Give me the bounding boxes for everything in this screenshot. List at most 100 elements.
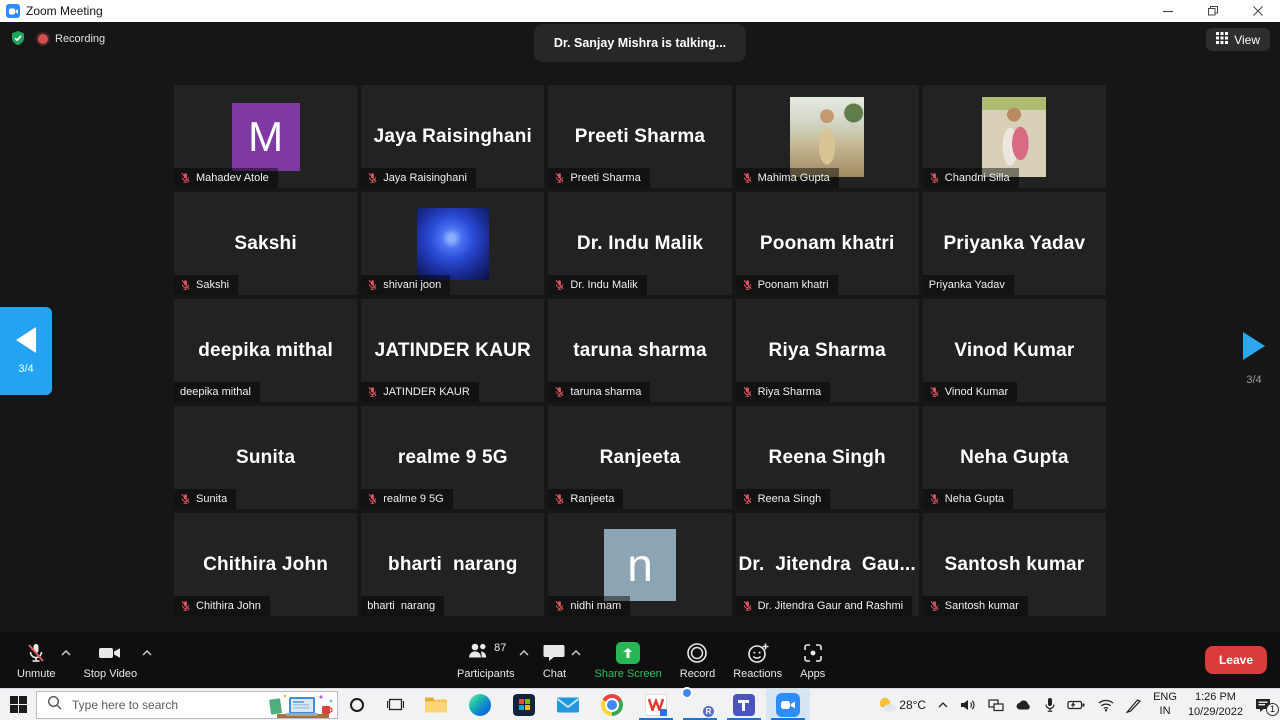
participant-name-label: Sunita: [174, 489, 236, 509]
microphone-tray-icon[interactable]: [1044, 697, 1056, 713]
participant-tile[interactable]: Preeti SharmaPreeti Sharma: [548, 85, 731, 188]
participant-tile[interactable]: Chithira JohnChithira John: [174, 513, 357, 616]
connect-display-icon[interactable]: [988, 698, 1004, 712]
participant-tile[interactable]: Chandni Silla: [923, 85, 1106, 188]
participant-name-label: bharti narang: [361, 596, 444, 616]
view-button[interactable]: View: [1206, 28, 1270, 51]
participant-tile[interactable]: taruna sharmataruna sharma: [548, 299, 731, 402]
participants-button[interactable]: 87 Participants: [448, 632, 523, 688]
participant-tile[interactable]: shivani joon: [361, 192, 544, 295]
participants-options-chevron[interactable]: [517, 625, 531, 681]
teams-icon[interactable]: [722, 689, 766, 720]
onedrive-cloud-icon[interactable]: [1015, 698, 1033, 711]
wps-office-icon[interactable]: [634, 689, 678, 720]
weather-widget[interactable]: 28°C: [877, 696, 926, 713]
file-explorer-icon[interactable]: [414, 689, 458, 720]
participant-name-label: realme 9 5G: [361, 489, 453, 509]
gallery-grid: MMahadev AtoleJaya RaisinghaniJaya Raisi…: [174, 85, 1106, 616]
participant-tile[interactable]: nnidhi mam: [548, 513, 731, 616]
window-titlebar: Zoom Meeting: [0, 0, 1280, 22]
muted-mic-icon: [180, 279, 191, 291]
restore-button[interactable]: [1190, 0, 1235, 22]
participant-display-name: deepika mithal: [194, 340, 337, 362]
active-speaker-toast: Dr. Sanjay Mishra is talking...: [534, 24, 746, 62]
participant-name-label: Chithira John: [174, 596, 270, 616]
language-indicator[interactable]: ENG IN: [1153, 691, 1177, 719]
participant-tile[interactable]: JATINDER KAURJATINDER KAUR: [361, 299, 544, 402]
participant-display-name: Jaya Raisinghani: [370, 126, 536, 148]
muted-mic-icon: [554, 600, 565, 612]
search-input[interactable]: [70, 697, 230, 713]
recording-indicator[interactable]: Recording: [38, 33, 105, 45]
apps-button[interactable]: Apps: [791, 632, 834, 688]
microsoft-store-icon[interactable]: [502, 689, 546, 720]
battery-icon[interactable]: [1067, 699, 1086, 711]
start-button[interactable]: [0, 689, 36, 720]
stop-video-button[interactable]: Stop Video: [75, 632, 147, 688]
close-button[interactable]: [1235, 0, 1280, 22]
participant-tile[interactable]: Jaya RaisinghaniJaya Raisinghani: [361, 85, 544, 188]
participant-name-text: Mahadev Atole: [196, 172, 269, 184]
participant-display-name: Poonam khatri: [756, 233, 899, 255]
zoom-meeting-window: Zoom Meeting Recording Dr. Sanjay Mishra…: [0, 0, 1280, 720]
participant-tile[interactable]: MMahadev Atole: [174, 85, 357, 188]
participant-tile[interactable]: Santosh kumarSantosh kumar: [923, 513, 1106, 616]
unmute-button[interactable]: Unmute: [8, 632, 65, 688]
participant-tile[interactable]: SakshiSakshi: [174, 192, 357, 295]
participant-tile[interactable]: realme 9 5Grealme 9 5G: [361, 406, 544, 509]
participant-name-text: Riya Sharma: [758, 386, 822, 398]
participant-tile[interactable]: Riya SharmaRiya Sharma: [736, 299, 919, 402]
reactions-button[interactable]: Reactions: [724, 632, 791, 688]
wifi-icon[interactable]: [1097, 698, 1115, 712]
participant-tile[interactable]: Dr. Indu MalikDr. Indu Malik: [548, 192, 731, 295]
participant-tile[interactable]: Vinod KumarVinod Kumar: [923, 299, 1106, 402]
next-arrow-icon: [1243, 332, 1265, 360]
participant-display-name: Ranjeeta: [596, 447, 685, 469]
minimize-button[interactable]: [1145, 0, 1190, 22]
muted-mic-icon: [180, 172, 191, 184]
participant-tile[interactable]: Neha GuptaNeha Gupta: [923, 406, 1106, 509]
participant-display-name: Santosh kumar: [940, 554, 1088, 576]
gallery-prev-button[interactable]: 3/4: [0, 307, 52, 395]
mail-icon[interactable]: [546, 689, 590, 720]
participant-tile[interactable]: deepika mithaldeepika mithal: [174, 299, 357, 402]
meeting-topbar: Recording Dr. Sanjay Mishra is talking..…: [0, 22, 1280, 66]
chat-options-chevron[interactable]: [569, 625, 583, 681]
audio-options-chevron[interactable]: [59, 625, 73, 681]
taskbar-clock[interactable]: 1:26 PM 10/29/2022: [1188, 690, 1243, 719]
participants-icon: [465, 640, 491, 665]
participant-photo: [982, 97, 1046, 177]
participant-tile[interactable]: Dr. Jitendra Gau...Dr. Jitendra Gaur and…: [736, 513, 919, 616]
participant-tile[interactable]: Poonam khatriPoonam khatri: [736, 192, 919, 295]
record-button[interactable]: Record: [671, 632, 724, 688]
participant-name-label: Priyanka Yadav: [923, 275, 1014, 295]
video-options-chevron[interactable]: [140, 625, 154, 681]
apps-label: Apps: [800, 668, 825, 680]
pen-icon[interactable]: [1126, 697, 1142, 713]
participant-tile[interactable]: Priyanka YadavPriyanka Yadav: [923, 192, 1106, 295]
task-view-button[interactable]: [376, 689, 414, 720]
search-highlight-illustration[interactable]: [269, 693, 335, 720]
leave-button[interactable]: Leave: [1205, 646, 1267, 674]
participant-name-text: Neha Gupta: [945, 493, 1004, 505]
chrome-icon[interactable]: [590, 689, 634, 720]
cortana-button[interactable]: [338, 689, 376, 720]
participant-name-text: Ranjeeta: [570, 493, 614, 505]
security-shield-icon[interactable]: [10, 30, 26, 52]
participant-tile[interactable]: Ranjeeta Ranjeeta: [548, 406, 731, 509]
zoom-taskbar-icon[interactable]: [766, 689, 810, 720]
taskbar-search[interactable]: [36, 691, 338, 719]
chrome-remote-desktop-icon[interactable]: R: [678, 689, 722, 720]
action-center-button[interactable]: 1: [1254, 697, 1272, 713]
speaker-icon[interactable]: [960, 698, 977, 712]
gallery-next-button[interactable]: 3/4: [1236, 332, 1272, 386]
participant-tile[interactable]: SunitaSunita: [174, 406, 357, 509]
participant-tile[interactable]: bharti narangbharti narang: [361, 513, 544, 616]
recording-dot-icon: [38, 34, 48, 44]
edge-icon[interactable]: [458, 689, 502, 720]
share-screen-button[interactable]: Share Screen: [585, 632, 670, 688]
tray-chevron-icon[interactable]: [937, 701, 949, 709]
participant-tile[interactable]: Reena SinghReena Singh: [736, 406, 919, 509]
chat-label: Chat: [543, 668, 566, 680]
participant-tile[interactable]: Mahima Gupta: [736, 85, 919, 188]
